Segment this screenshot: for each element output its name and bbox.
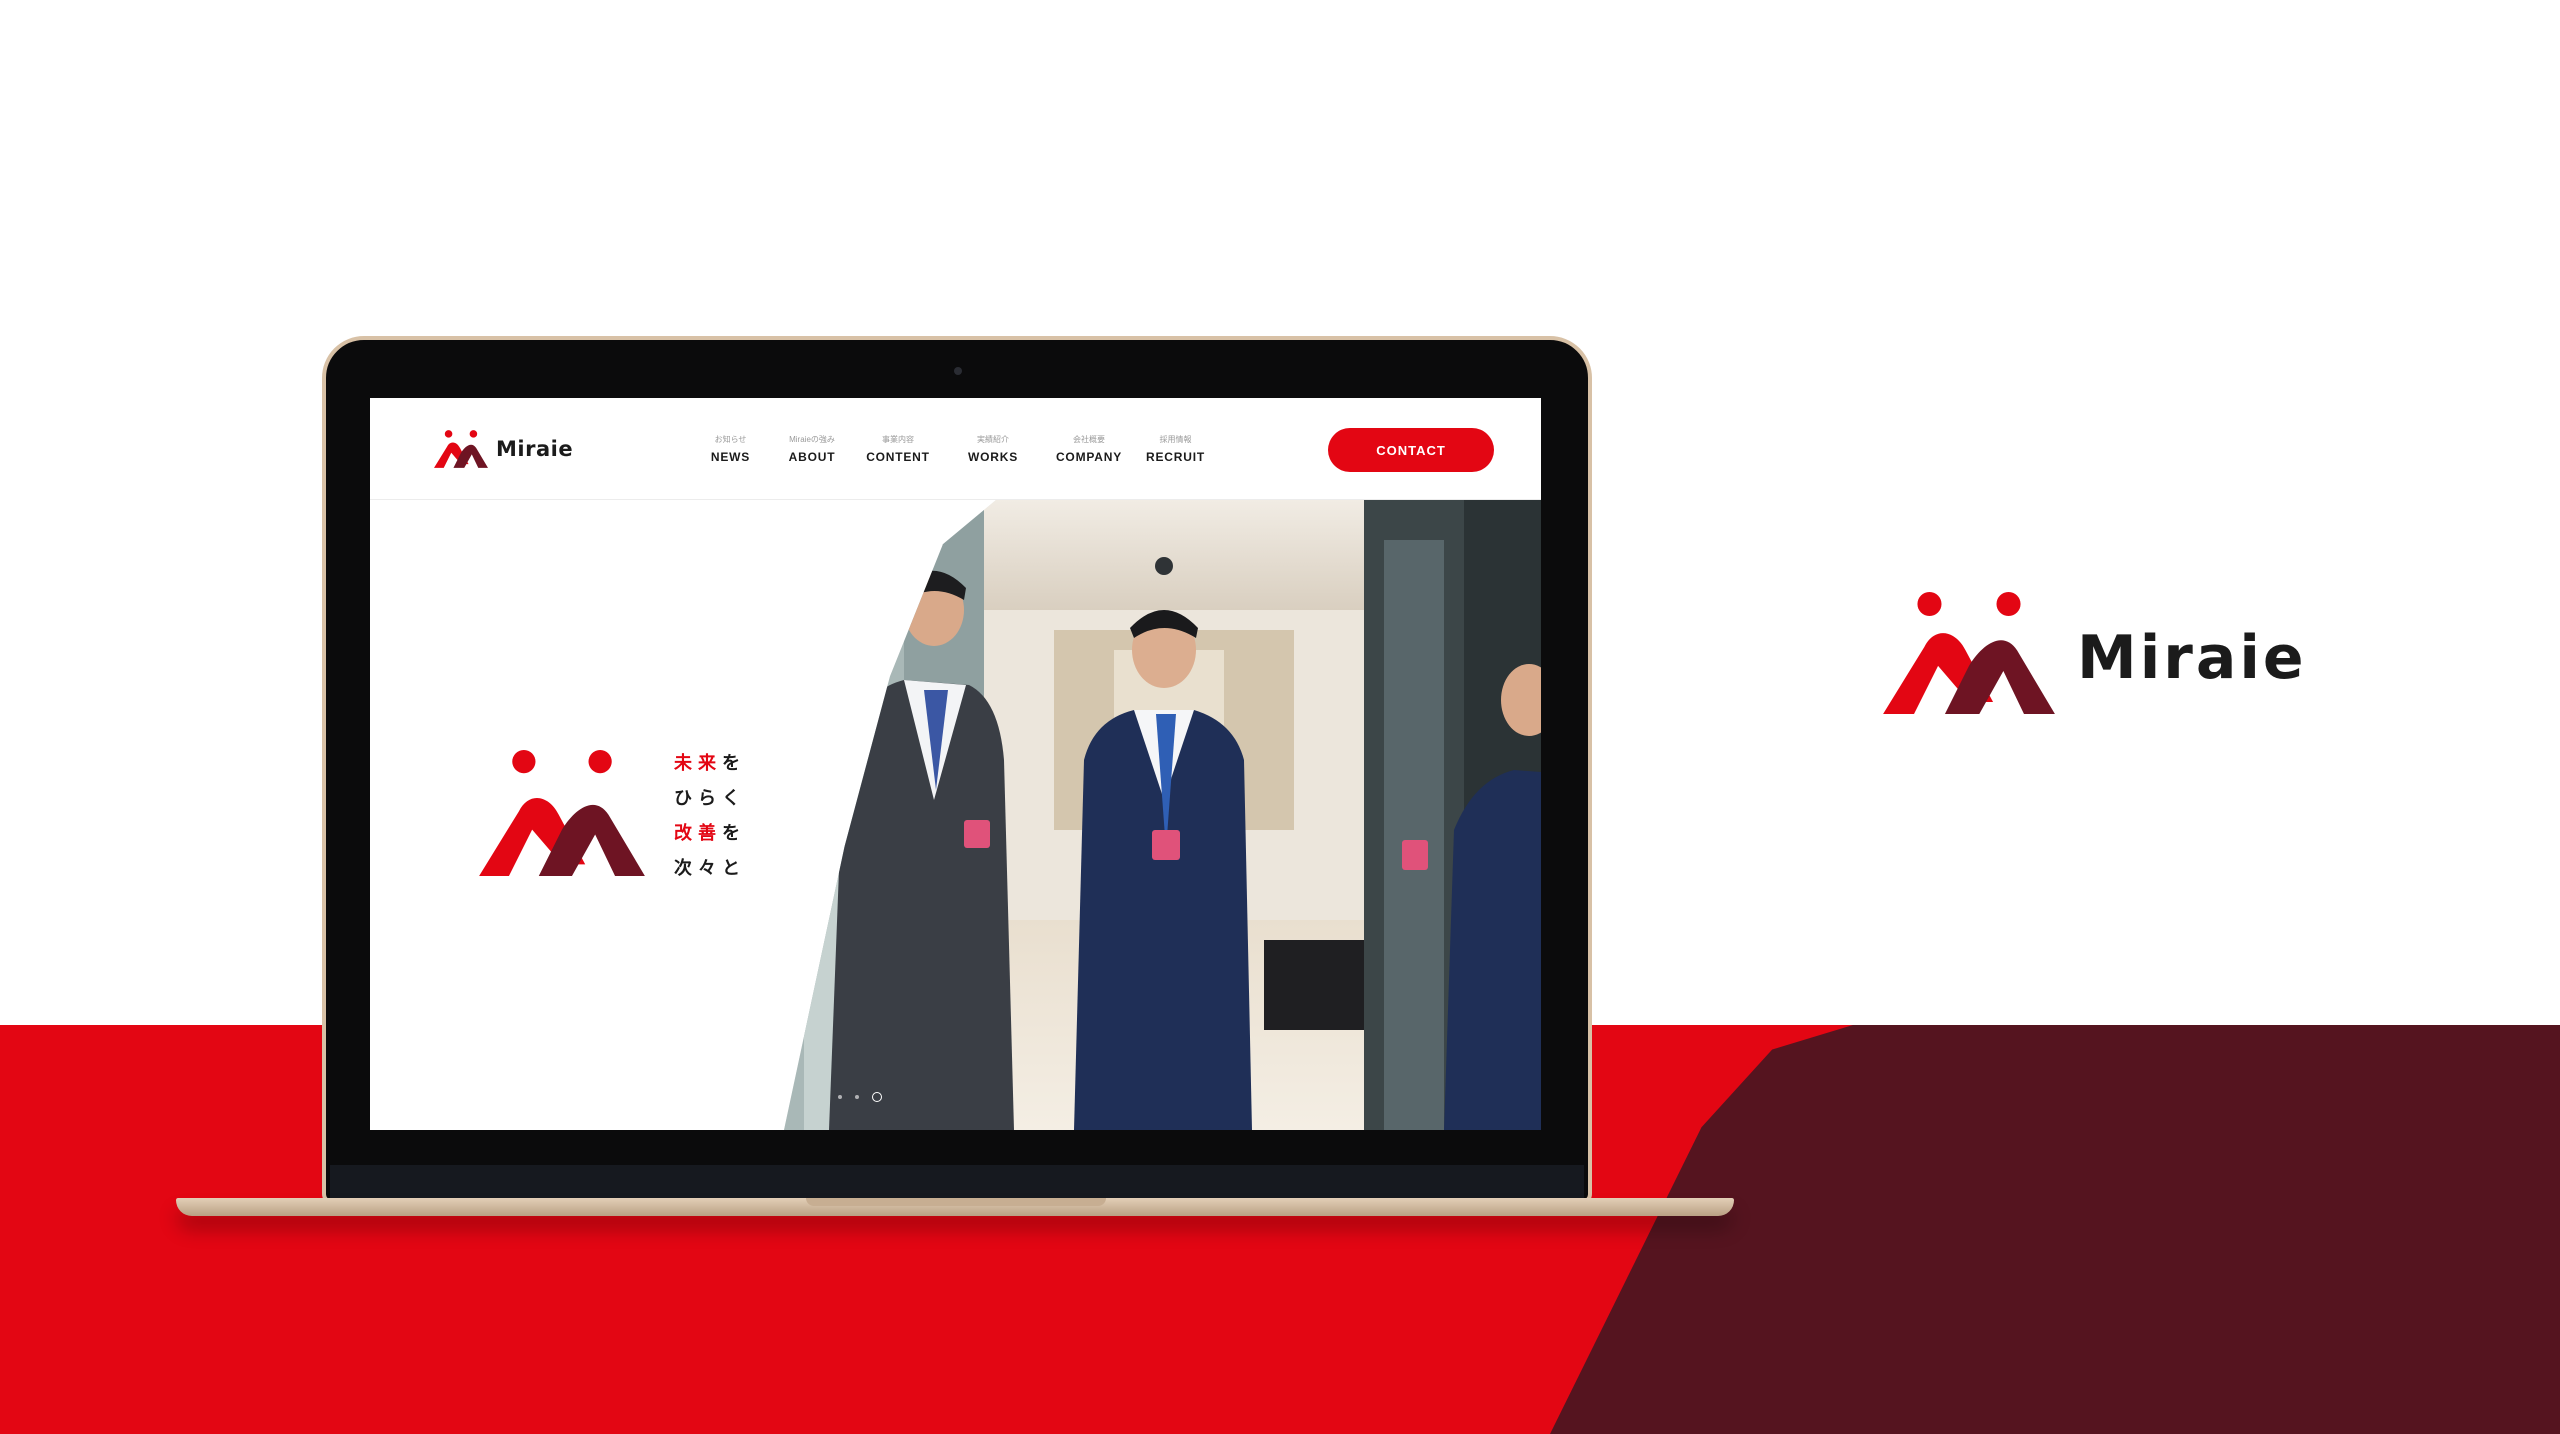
nav-item-recruit[interactable]: 採用情報 RECRUIT — [1135, 434, 1216, 468]
nav-sub-label: 事業内容 — [882, 435, 914, 444]
hero-tagline: 未来を ひらく 改善を 次々と — [674, 746, 746, 886]
laptop-camera — [954, 367, 962, 375]
site-logo-text: Miraie — [496, 437, 574, 461]
brand-name: Miraie — [2077, 623, 2307, 693]
nav-label: NEWS — [710, 450, 751, 464]
nav-label: COMPANY — [1055, 450, 1123, 464]
slider-dot[interactable] — [855, 1095, 859, 1099]
main-nav: お知らせ NEWS Miraieの強み ABOUT 事業内容 CONTENT 実… — [690, 434, 1216, 468]
nav-sub-label: 会社概要 — [1073, 435, 1105, 444]
tagline-line-4: 次々と — [674, 851, 746, 886]
nav-sub-label: お知らせ — [714, 435, 747, 444]
hero-miraie-logo-icon — [479, 750, 645, 876]
nav-item-company[interactable]: 会社概要 COMPANY — [1043, 434, 1135, 468]
tagline-text: 次々と — [674, 858, 746, 879]
nav-sub-label: Miraieの強み — [789, 435, 835, 444]
office-people-image — [784, 500, 1541, 1130]
nav-item-content[interactable]: 事業内容 CONTENT — [853, 434, 943, 468]
tagline-line-3: 改善を — [674, 816, 746, 851]
tagline-text: ひらく — [674, 788, 746, 809]
tagline-text: を — [722, 823, 746, 844]
slider-dot[interactable] — [838, 1095, 842, 1099]
laptop-bezel-bottom — [330, 1165, 1584, 1198]
miraie-logo-icon — [434, 430, 488, 468]
hero-photo — [784, 500, 1541, 1130]
slider-dots — [838, 1092, 882, 1102]
nav-sub-label: 採用情報 — [1159, 435, 1192, 444]
nav-item-works[interactable]: 実績紹介 WORKS — [943, 434, 1043, 468]
brand-miraie-logo-icon — [1883, 592, 2055, 714]
nav-item-about[interactable]: Miraieの強み ABOUT — [771, 434, 853, 468]
tagline-highlight: 未来 — [674, 753, 722, 774]
nav-item-news[interactable]: お知らせ NEWS — [690, 434, 771, 468]
site-header: Miraie お知らせ NEWS Miraieの強み ABOUT 事業内容 CO… — [370, 398, 1541, 500]
nav-label: RECRUIT — [1146, 450, 1205, 464]
nav-label: WORKS — [968, 450, 1018, 464]
contact-button[interactable]: CONTACT — [1328, 428, 1494, 472]
brand-logo: Miraie — [1883, 592, 2307, 714]
nav-label: ABOUT — [788, 450, 836, 464]
site-logo[interactable]: Miraie — [434, 430, 573, 468]
slider-dot-active[interactable] — [872, 1092, 882, 1102]
nav-label: CONTENT — [866, 450, 930, 464]
laptop-hinge-notch — [806, 1198, 1106, 1206]
tagline-text: を — [722, 753, 746, 774]
tagline-line-2: ひらく — [674, 781, 746, 816]
laptop-screen: Miraie お知らせ NEWS Miraieの強み ABOUT 事業内容 CO… — [370, 398, 1541, 1130]
tagline-line-1: 未来を — [674, 746, 746, 781]
tagline-highlight: 改善 — [674, 823, 722, 844]
nav-sub-label: 実績紹介 — [977, 435, 1009, 444]
